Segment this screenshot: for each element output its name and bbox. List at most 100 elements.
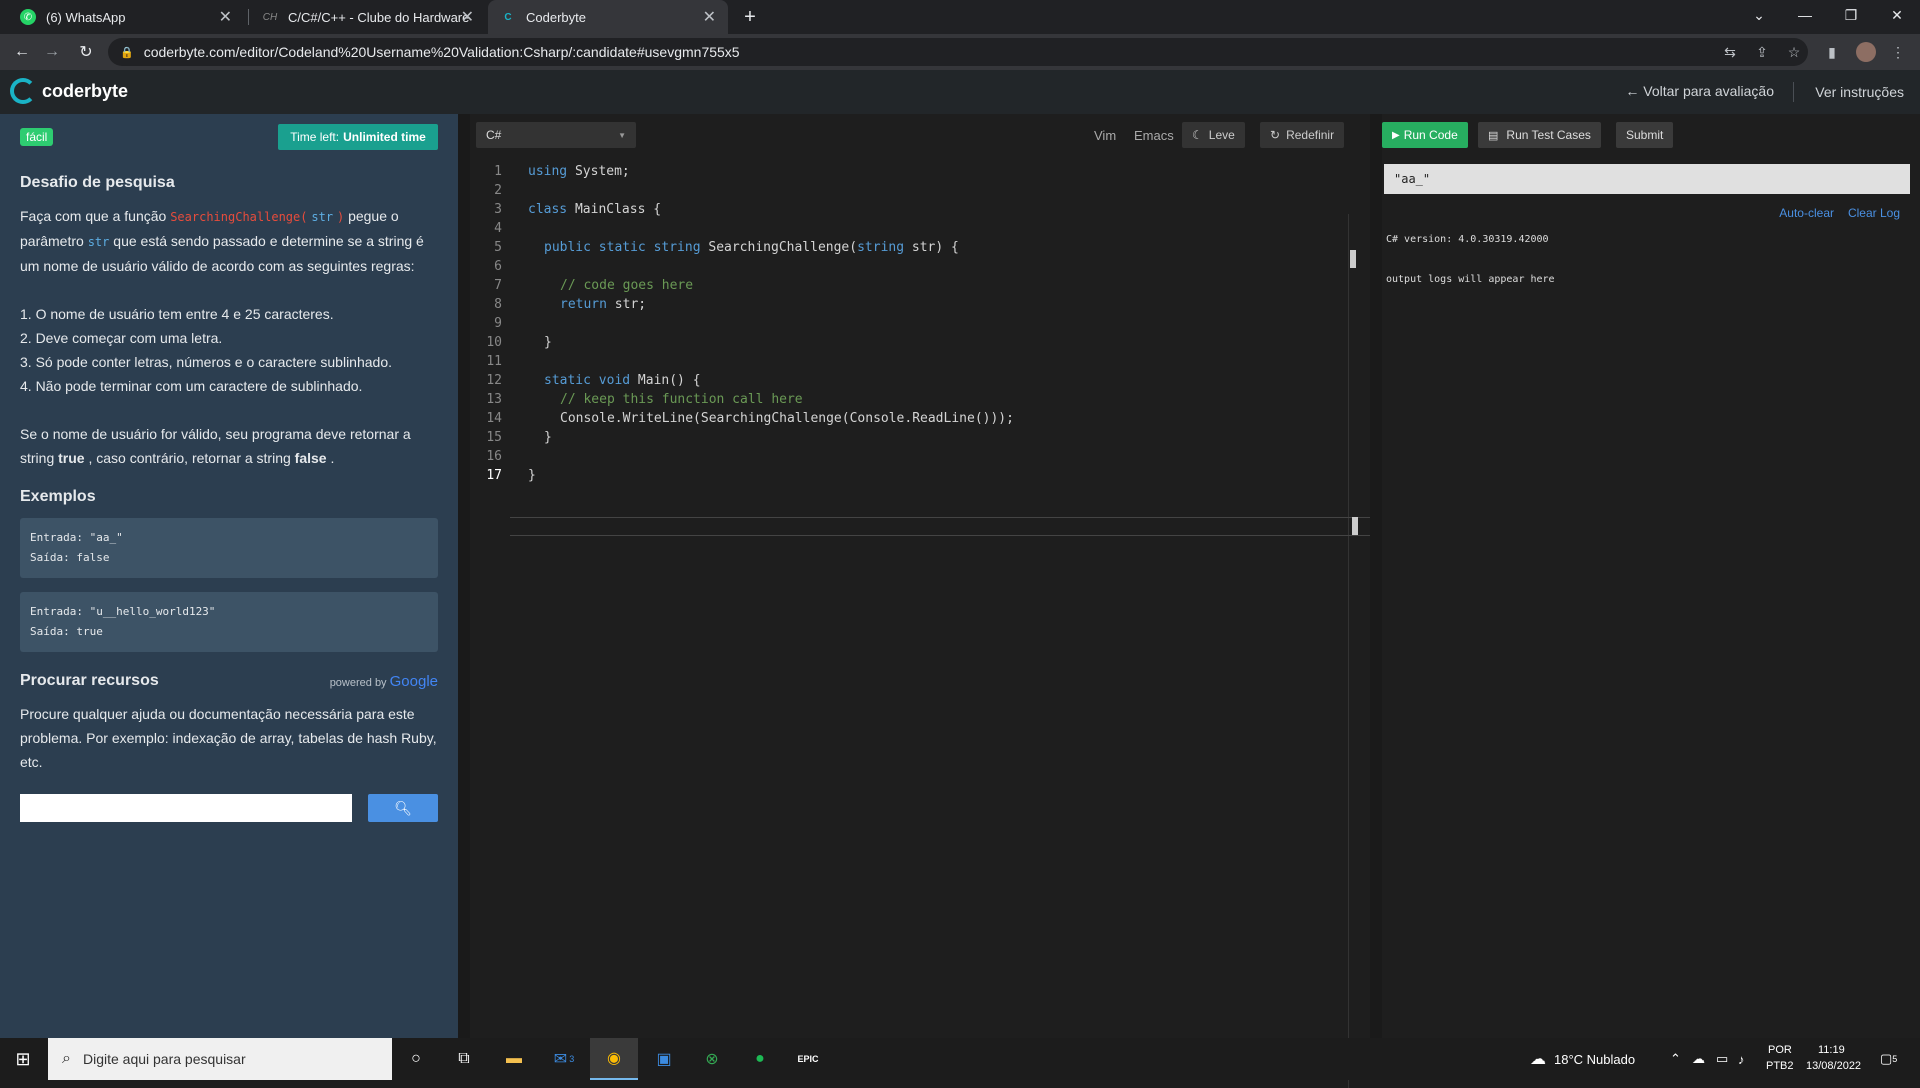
search-placeholder: Digite aqui para pesquisar	[82, 1051, 246, 1067]
clock-date[interactable]: 13/08/2022	[1806, 1060, 1861, 1072]
vim-mode-toggle[interactable]: Vim	[1094, 128, 1116, 143]
notification-count: 5	[1892, 1054, 1898, 1064]
clear-log-link[interactable]: Clear Log	[1848, 206, 1900, 220]
close-icon[interactable]: ✕	[461, 7, 474, 27]
restore-button[interactable]: ❐	[1828, 0, 1874, 30]
google-logo: Google	[389, 672, 438, 690]
emacs-mode-toggle[interactable]: Emacs	[1134, 128, 1174, 143]
log-version-line: C# version: 4.0.30319.42000	[1386, 234, 1549, 245]
tab-whatsapp[interactable]: ✆ (6) WhatsApp ✕	[8, 0, 244, 34]
cortana-icon[interactable]: ○	[392, 1038, 440, 1080]
mail-icon[interactable]: ✉ 3	[540, 1038, 588, 1080]
reset-icon: ↻	[1270, 128, 1281, 142]
windows-start-icon[interactable]: ⊞	[0, 1038, 46, 1080]
file-explorer-icon[interactable]: ▬	[490, 1038, 538, 1080]
bookmark-star-icon[interactable]: ☆	[1784, 42, 1804, 62]
side-panel-icon[interactable]: ▮	[1822, 42, 1842, 62]
stdin-input[interactable]: "aa_"	[1384, 164, 1910, 194]
back-icon[interactable]: ←	[10, 40, 34, 64]
reset-button[interactable]: ↻ Redefinir	[1260, 122, 1345, 148]
chrome-icon[interactable]: ◉	[590, 1038, 638, 1080]
browser-nav-bar: ← → ↻ 🔒 coderbyte.com/editor/Codeland%20…	[0, 34, 1920, 70]
resources-text: Procure qualquer ajuda ou documentação n…	[20, 706, 437, 770]
spotify-icon[interactable]: ●	[736, 1038, 784, 1080]
search-icon: ⌕	[62, 1050, 71, 1067]
code-area[interactable]: 1 2 3 4 5 6 7 8 9 10 11 12 13 14 15 16 1…	[470, 164, 1372, 1088]
run-test-cases-button[interactable]: ▤ Run Test Cases	[1478, 122, 1601, 148]
notifications-icon[interactable]: ▢ 5	[1880, 1038, 1897, 1080]
language-value: C#	[486, 128, 502, 142]
rule-item: 4. Não pode terminar com um caractere de…	[20, 378, 363, 394]
forward-icon[interactable]: →	[40, 40, 64, 64]
close-icon[interactable]: ✕	[219, 7, 232, 27]
mail-badge: 3	[569, 1054, 575, 1064]
rule-item: 2. Deve começar com uma letra.	[20, 330, 223, 346]
language-select[interactable]: C# ▼	[476, 122, 636, 148]
url-text: coderbyte.com/editor/Codeland%20Username…	[143, 44, 740, 60]
store-icon[interactable]: ▣	[640, 1038, 688, 1080]
clock-time[interactable]: 11:19	[1818, 1044, 1845, 1056]
keyboard-layout[interactable]: PTB2	[1766, 1060, 1794, 1072]
show-hidden-icons[interactable]: ⌃	[1670, 1038, 1681, 1080]
reload-icon[interactable]: ↻	[74, 40, 98, 64]
profile-avatar[interactable]	[1856, 42, 1876, 62]
code-line: static void Main() {	[544, 373, 701, 388]
share-icon[interactable]: ⇪	[1752, 42, 1772, 62]
tab-title: Coderbyte	[526, 9, 586, 25]
code-line: Console.WriteLine(SearchingChallenge(Con…	[560, 411, 1014, 426]
close-window-button[interactable]: ✕	[1874, 0, 1920, 30]
line-number: 11	[486, 354, 502, 369]
line-number: 13	[486, 392, 502, 407]
line-number: 12	[486, 373, 502, 388]
run-code-button[interactable]: ▶ Run Code	[1382, 122, 1468, 148]
back-to-assessment-link[interactable]: ← Voltar para avaliação	[1625, 83, 1774, 99]
weather-widget[interactable]: ☁ 18°C Nublado	[1530, 1038, 1635, 1080]
theme-toggle-button[interactable]: ☾ Leve	[1182, 122, 1245, 148]
resource-search-input[interactable]	[20, 794, 353, 822]
play-icon: ▶	[1392, 129, 1400, 141]
coderbyte-logo-icon	[10, 78, 36, 104]
tab-search-icon[interactable]: ⌄	[1736, 0, 1782, 30]
address-bar[interactable]: 🔒 coderbyte.com/editor/Codeland%20Userna…	[108, 38, 1808, 66]
xbox-icon[interactable]: ⊗	[688, 1038, 736, 1080]
tab-coderbyte[interactable]: C Coderbyte ✕	[488, 0, 728, 34]
code-line: class MainClass {	[528, 202, 662, 217]
rule-item: 1. O nome de usuário tem entre 4 e 25 ca…	[20, 306, 334, 322]
task-view-icon[interactable]: ⧉	[440, 1038, 488, 1080]
time-left-value: Unlimited time	[343, 130, 426, 144]
line-number: 7	[494, 278, 502, 293]
onedrive-icon[interactable]: ☁	[1692, 1038, 1705, 1080]
time-left-label: Time left:	[290, 130, 340, 144]
line-number: 17	[486, 468, 502, 483]
resource-search-button[interactable]: 🔍︎	[368, 794, 438, 822]
line-number: 8	[494, 297, 502, 312]
volume-icon[interactable]: ♪	[1738, 1038, 1745, 1080]
minimize-button[interactable]: —	[1782, 0, 1828, 30]
test-cases-icon: ▤	[1488, 129, 1499, 142]
close-icon[interactable]: ✕	[703, 7, 716, 27]
example-block: Entrada: "u__hello_world123" Saída: true	[20, 592, 438, 652]
moon-icon: ☾	[1192, 128, 1203, 142]
code-line: }	[528, 468, 536, 483]
epic-games-icon[interactable]: EPIC	[784, 1038, 832, 1080]
tab-title: (6) WhatsApp	[46, 9, 126, 25]
site-header: coderbyte ← Voltar para avaliação Ver in…	[0, 70, 1920, 114]
panel-splitter[interactable]	[458, 114, 470, 1038]
auto-clear-link[interactable]: Auto-clear	[1779, 206, 1834, 220]
search-icon: 🔍︎	[394, 799, 413, 816]
submit-button[interactable]: Submit	[1616, 122, 1674, 148]
taskbar-search-box[interactable]: ⌕ Digite aqui para pesquisar	[48, 1038, 392, 1080]
tab-clube-do-hardware[interactable]: CH C/C#/C++ - Clube do Hardware ✕	[250, 0, 486, 34]
editor-margin-line	[1348, 214, 1349, 1088]
panel-splitter[interactable]	[1370, 114, 1382, 1038]
language-indicator[interactable]: POR	[1768, 1044, 1792, 1056]
translate-icon[interactable]: ⇆	[1720, 42, 1740, 62]
new-tab-button[interactable]: +	[738, 5, 762, 29]
view-instructions-link[interactable]: Ver instruções	[1815, 84, 1904, 100]
code-line: using System;	[528, 164, 630, 179]
challenge-panel: fácil Time left: Unlimited time Desafio …	[0, 114, 458, 1038]
rule-item: 3. Só pode conter letras, números e o ca…	[20, 354, 392, 370]
menu-icon[interactable]: ⋮	[1888, 42, 1908, 62]
network-icon[interactable]: ▭	[1716, 1038, 1728, 1080]
coderbyte-logo[interactable]: coderbyte	[10, 78, 128, 104]
